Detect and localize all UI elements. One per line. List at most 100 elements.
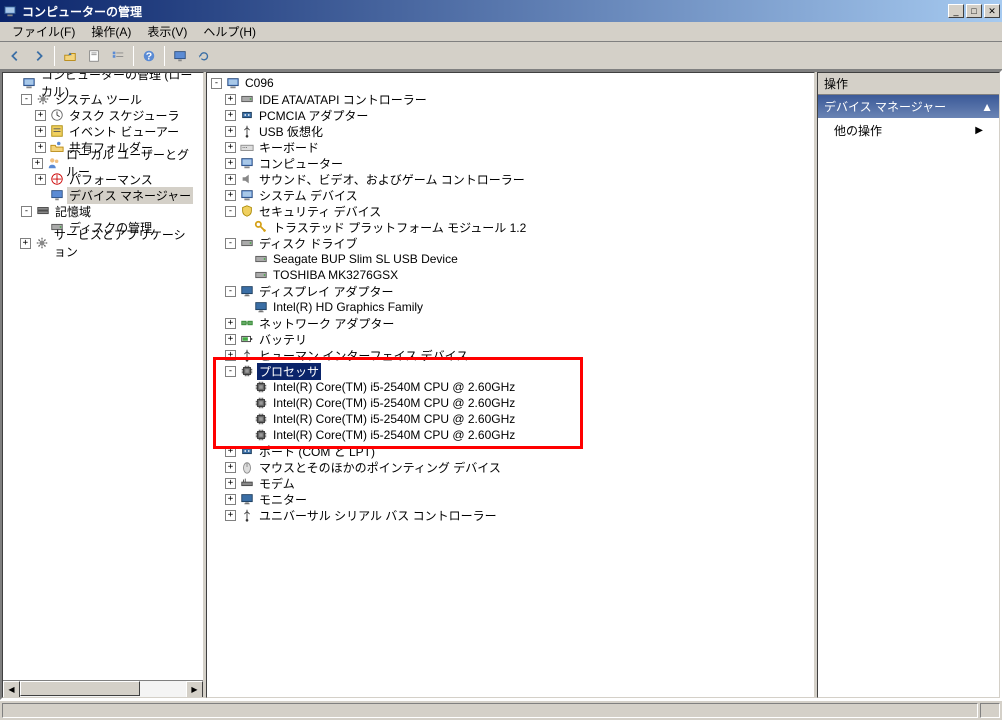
scroll-right-button[interactable]: ▶	[186, 681, 203, 698]
status-pane	[2, 703, 978, 718]
tree-root[interactable]: コンピューターの管理 (ローカル)	[5, 75, 201, 91]
computer-icon	[239, 155, 255, 171]
device-monitor[interactable]: +モニター	[209, 491, 812, 507]
pcmcia-icon	[239, 107, 255, 123]
status-grip	[980, 703, 1000, 718]
device-cpu4[interactable]: Intel(R) Core(TM) i5-2540M CPU @ 2.60GHz	[209, 427, 812, 443]
sound-icon	[239, 171, 255, 187]
device-network[interactable]: +ネットワーク アダプター	[209, 315, 812, 331]
main-area: コンピューターの管理 (ローカル) - システム ツール + タスク スケジュー…	[0, 70, 1002, 700]
status-bar	[0, 700, 1002, 720]
device-modem[interactable]: +モデム	[209, 475, 812, 491]
services-icon	[34, 235, 50, 251]
scope-tree[interactable]: コンピューターの管理 (ローカル) - システム ツール + タスク スケジュー…	[3, 73, 203, 680]
close-button[interactable]: ✕	[984, 4, 1000, 18]
scan-button[interactable]	[193, 45, 215, 67]
expand-icon[interactable]: +	[35, 110, 46, 121]
actions-section-header[interactable]: デバイス マネージャー ▲	[818, 95, 999, 118]
device-display[interactable]: -ディスプレイ アダプター	[209, 283, 812, 299]
shield-icon	[239, 203, 255, 219]
tree-taskscheduler[interactable]: + タスク スケジューラ	[5, 107, 201, 123]
expand-icon[interactable]: +	[32, 158, 43, 169]
menu-help[interactable]: ヘルプ(H)	[195, 21, 264, 42]
device-ide[interactable]: +IDE ATA/ATAPI コントローラー	[209, 91, 812, 107]
maximize-button[interactable]: □	[966, 4, 982, 18]
device-diskdrive[interactable]: -ディスク ドライブ	[209, 235, 812, 251]
window-titlebar: コンピューターの管理 _ □ ✕	[0, 0, 1002, 22]
device-seagate[interactable]: Seagate BUP Slim SL USB Device	[209, 251, 812, 267]
clock-icon	[49, 107, 65, 123]
device-toshiba[interactable]: TOSHIBA MK3276GSX	[209, 267, 812, 283]
device-tpm[interactable]: トラステッド プラットフォーム モジュール 1.2	[209, 219, 812, 235]
device-tree[interactable]: - C096 +IDE ATA/ATAPI コントローラー +PCMCIA アダ…	[207, 73, 814, 697]
collapse-icon[interactable]: -	[225, 238, 236, 249]
keyboard-icon	[239, 139, 255, 155]
collapse-icon[interactable]: -	[225, 206, 236, 217]
network-icon	[239, 315, 255, 331]
device-sound[interactable]: +サウンド、ビデオ、およびゲーム コントローラー	[209, 171, 812, 187]
menu-action[interactable]: 操作(A)	[83, 21, 139, 42]
device-cpu3[interactable]: Intel(R) Core(TM) i5-2540M CPU @ 2.60GHz	[209, 411, 812, 427]
more-actions-item[interactable]: 他の操作 ▶	[818, 118, 999, 143]
device-sysdev[interactable]: +システム デバイス	[209, 187, 812, 203]
up-button[interactable]	[59, 45, 81, 67]
chevron-up-icon: ▲	[981, 100, 993, 114]
menu-view[interactable]: 表示(V)	[139, 21, 195, 42]
app-icon	[2, 3, 18, 19]
tree-localusers[interactable]: + ローカル ユーザーとグルー	[5, 155, 201, 171]
tree-devicemanager[interactable]: デバイス マネージャー	[5, 187, 201, 203]
minimize-button[interactable]: _	[948, 4, 964, 18]
expand-icon[interactable]: +	[35, 142, 46, 153]
hdd-icon	[253, 267, 269, 283]
cpu-icon	[239, 363, 255, 379]
computer-icon	[225, 75, 241, 91]
help-button[interactable]	[138, 45, 160, 67]
collapse-icon[interactable]: -	[211, 78, 222, 89]
scroll-thumb[interactable]	[20, 681, 140, 696]
system-icon	[239, 187, 255, 203]
device-ports[interactable]: +ポート (COM と LPT)	[209, 443, 812, 459]
list-button[interactable]	[107, 45, 129, 67]
collapse-icon[interactable]: -	[225, 366, 236, 377]
expand-icon[interactable]: +	[35, 126, 46, 137]
properties-button[interactable]	[83, 45, 105, 67]
monitor-icon	[239, 283, 255, 299]
device-cpu1[interactable]: Intel(R) Core(TM) i5-2540M CPU @ 2.60GHz	[209, 379, 812, 395]
collapse-icon[interactable]: -	[225, 286, 236, 297]
users-icon	[46, 155, 62, 171]
device-hid[interactable]: +ヒューマン インターフェイス デバイス	[209, 347, 812, 363]
expand-icon[interactable]: +	[35, 174, 46, 185]
device-cpu2[interactable]: Intel(R) Core(TM) i5-2540M CPU @ 2.60GHz	[209, 395, 812, 411]
chevron-right-icon: ▶	[975, 125, 983, 136]
device-keyboard[interactable]: +キーボード	[209, 139, 812, 155]
collapse-icon[interactable]: -	[21, 94, 32, 105]
device-security[interactable]: -セキュリティ デバイス	[209, 203, 812, 219]
expand-icon[interactable]: +	[20, 238, 31, 249]
scope-panel: コンピューターの管理 (ローカル) - システム ツール + タスク スケジュー…	[2, 72, 204, 698]
refresh-button[interactable]	[169, 45, 191, 67]
device-root[interactable]: - C096	[209, 75, 812, 91]
forward-button[interactable]	[28, 45, 50, 67]
device-battery[interactable]: +バッテリ	[209, 331, 812, 347]
scroll-left-button[interactable]: ◀	[3, 681, 20, 698]
usb-icon	[239, 507, 255, 523]
device-processor[interactable]: -プロセッサ	[209, 363, 812, 379]
left-scrollbar[interactable]: ◀ ▶	[3, 680, 203, 697]
device-pcmcia[interactable]: +PCMCIA アダプター	[209, 107, 812, 123]
device-intelhd[interactable]: Intel(R) HD Graphics Family	[209, 299, 812, 315]
tools-icon	[35, 91, 51, 107]
device-computer[interactable]: +コンピューター	[209, 155, 812, 171]
device-usbvirt[interactable]: +USB 仮想化	[209, 123, 812, 139]
collapse-icon[interactable]: -	[21, 206, 32, 217]
tree-eventviewer[interactable]: + イベント ビューアー	[5, 123, 201, 139]
back-button[interactable]	[4, 45, 26, 67]
device-mouse[interactable]: +マウスとそのほかのポインティング デバイス	[209, 459, 812, 475]
tree-services[interactable]: + サービスとアプリケーション	[5, 235, 201, 251]
device-usbctrl[interactable]: +ユニバーサル シリアル バス コントローラー	[209, 507, 812, 523]
disk-icon	[239, 235, 255, 251]
menu-file[interactable]: ファイル(F)	[4, 21, 83, 42]
tree-storage[interactable]: - 記憶域	[5, 203, 201, 219]
cpu-icon	[253, 379, 269, 395]
key-icon	[253, 219, 269, 235]
toolbar	[0, 42, 1002, 70]
